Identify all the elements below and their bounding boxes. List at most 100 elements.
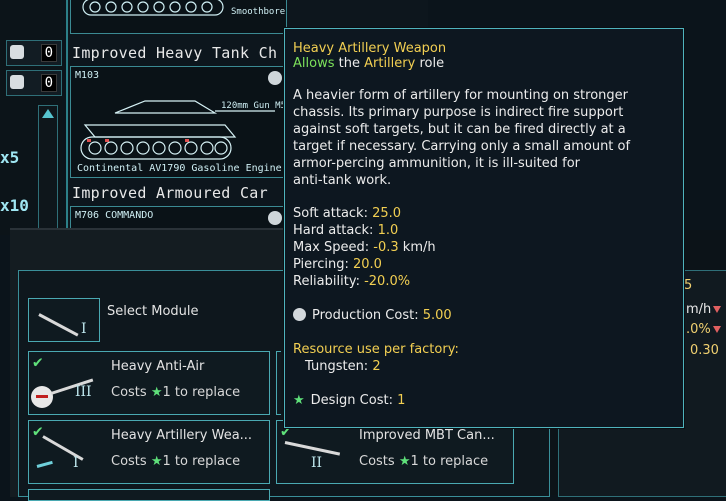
wrench-icon[interactable] [268, 211, 282, 225]
description-line: A heavier form of artillery for mounting… [293, 88, 629, 103]
description-line: armor-percing ammunition, it is ill-suit… [293, 156, 581, 171]
cost-suffix: to replace [422, 454, 489, 469]
module-card-improved-mbt-cannon[interactable]: ✔ II Improved MBT Can... Costs ★1 to rep… [276, 420, 514, 484]
stat-value: 25.0 [372, 206, 402, 221]
stat-label: Soft attack: [293, 206, 368, 221]
description-line: anti-tank work. [293, 173, 392, 188]
count-stepper-1[interactable]: 0 [6, 40, 62, 66]
heavy-tank-blueprint[interactable]: M103 120mm Gun M58 Continental AV1790 Ga… [70, 66, 287, 178]
cannon-icon [284, 441, 341, 456]
cost-prefix: Costs [359, 454, 395, 469]
resource-value: 2 [372, 359, 381, 374]
allows-word: Allows [293, 56, 335, 71]
artillery-gun-icon [38, 313, 79, 337]
description-line: target if necessary. Carrying only a sma… [293, 139, 631, 154]
count-value: 0 [40, 44, 57, 62]
stat-value: -0.3 [373, 240, 399, 255]
tier-label: III [75, 384, 92, 400]
design-code: M706 COMMANDO [75, 210, 154, 221]
check-icon: ✔ [33, 352, 43, 371]
engine-label: Continental AV1790 Gasoline Engine [77, 163, 282, 174]
select-module-label: Select Module [107, 304, 199, 319]
multiplier-x10[interactable]: x10 [0, 196, 29, 215]
multiplier-x5[interactable]: x5 [0, 148, 19, 167]
tooltip-stats: Soft attack: 25.0 Hard attack: 1.0 Max S… [293, 205, 675, 409]
design-list-scrollbar[interactable] [38, 105, 58, 237]
gear-icon [10, 45, 24, 59]
star-icon: ★ [150, 385, 163, 400]
module-card-heavy-anti-air[interactable]: ✔ III Heavy Anti-Air Costs ★1 to replace [28, 351, 270, 415]
stat-hard-attack: Hard attack: 1.0 [293, 222, 675, 239]
stat-value: -20.0% [364, 274, 411, 289]
percent-text: .0% [686, 322, 711, 337]
module-cost: Costs ★1 to replace [111, 385, 240, 400]
production-cost-row: Production Cost: 5.00 [293, 307, 675, 324]
module-card-next[interactable] [28, 489, 270, 501]
small-gun-icon [36, 460, 53, 468]
tier-label: I [81, 321, 87, 337]
decrease-icon [713, 306, 722, 313]
stat-label: Hard attack: [293, 223, 374, 238]
stat-speed-unit: m/h [686, 302, 722, 317]
module-name: Heavy Artillery Wea... [111, 428, 253, 443]
production-cost-value: 5.00 [422, 308, 452, 323]
resource-row: Tungsten: 2 [293, 358, 675, 375]
tooltip-title: Heavy Artillery Weapon [293, 41, 447, 56]
stat-value: 1.0 [377, 223, 399, 238]
tooltip-allows-line: Allows the Artillery role [293, 56, 675, 71]
tier-label: II [311, 455, 323, 471]
design-cost-row: ★ Design Cost: 1 [293, 392, 675, 409]
module-name: Improved MBT Can... [359, 428, 495, 443]
module-card-partial[interactable] [276, 351, 281, 415]
cost-suffix: to replace [174, 454, 241, 469]
module-card-heavy-artillery[interactable]: ✔ I Heavy Artillery Wea... Costs ★1 to r… [28, 420, 270, 484]
cost-value: 1 [162, 454, 171, 469]
warning-badge-icon [31, 386, 53, 408]
allows-role: Artillery [364, 56, 416, 71]
design-cost-value: 1 [397, 393, 406, 408]
design-title-armoured-car[interactable]: Improved Armoured Car [72, 184, 268, 202]
module-tooltip: Heavy Artillery Weapon Allows the Artill… [284, 28, 684, 428]
stat-partial: 5 [684, 278, 693, 293]
description-line: against soft targets, but it can be fire… [293, 122, 626, 137]
top-design-blueprint[interactable]: Smoothbore [70, 0, 287, 34]
resource-header: Resource use per factory: [293, 342, 459, 357]
select-module-button[interactable]: I [28, 298, 100, 342]
module-cost: Costs ★1 to replace [111, 454, 240, 469]
cost-prefix: Costs [111, 454, 147, 469]
count-value: 0 [40, 74, 57, 92]
allows-tail: role [419, 56, 445, 71]
stat-value: 20.0 [353, 257, 382, 272]
cost-value: 1 [410, 454, 419, 469]
star-icon: ★ [398, 454, 411, 469]
tank-blueprint-icon [82, 0, 224, 16]
stat-piercing: Piercing: 20.0 [293, 256, 675, 273]
allows-mid: the [338, 56, 360, 71]
stat-percent: .0% [686, 322, 721, 337]
design-title-heavy-tank[interactable]: Improved Heavy Tank Ch [72, 44, 277, 62]
gear-icon [10, 75, 24, 89]
gun-label: Smoothbore [231, 7, 286, 17]
resource-name: Tungsten: [305, 359, 369, 374]
tank-blueprint-icon [80, 100, 275, 160]
stat-value: 0.30 [690, 343, 719, 358]
design-code: M103 [75, 70, 100, 81]
decrease-icon [712, 326, 721, 333]
cost-suffix: to replace [174, 385, 241, 400]
design-cost-label: Design Cost: [310, 393, 393, 408]
tooltip-description: A heavier form of artillery for mounting… [293, 87, 675, 189]
stat-reliability: Reliability: -20.0% [293, 273, 675, 290]
wrench-icon[interactable] [268, 71, 282, 85]
star-icon: ★ [150, 454, 163, 469]
production-cost-icon [293, 308, 306, 321]
tier-label: I [73, 455, 79, 471]
speed-unit-text: m/h [686, 302, 712, 317]
scroll-up-icon[interactable] [42, 109, 54, 118]
stat-unit: km/h [402, 240, 436, 255]
module-name: Heavy Anti-Air [111, 359, 205, 374]
stat-max-speed: Max Speed: -0.3 km/h [293, 239, 675, 256]
cost-prefix: Costs [111, 385, 147, 400]
module-cost: Costs ★1 to replace [359, 454, 488, 469]
count-stepper-2[interactable]: 0 [6, 70, 62, 96]
cost-value: 1 [162, 385, 171, 400]
